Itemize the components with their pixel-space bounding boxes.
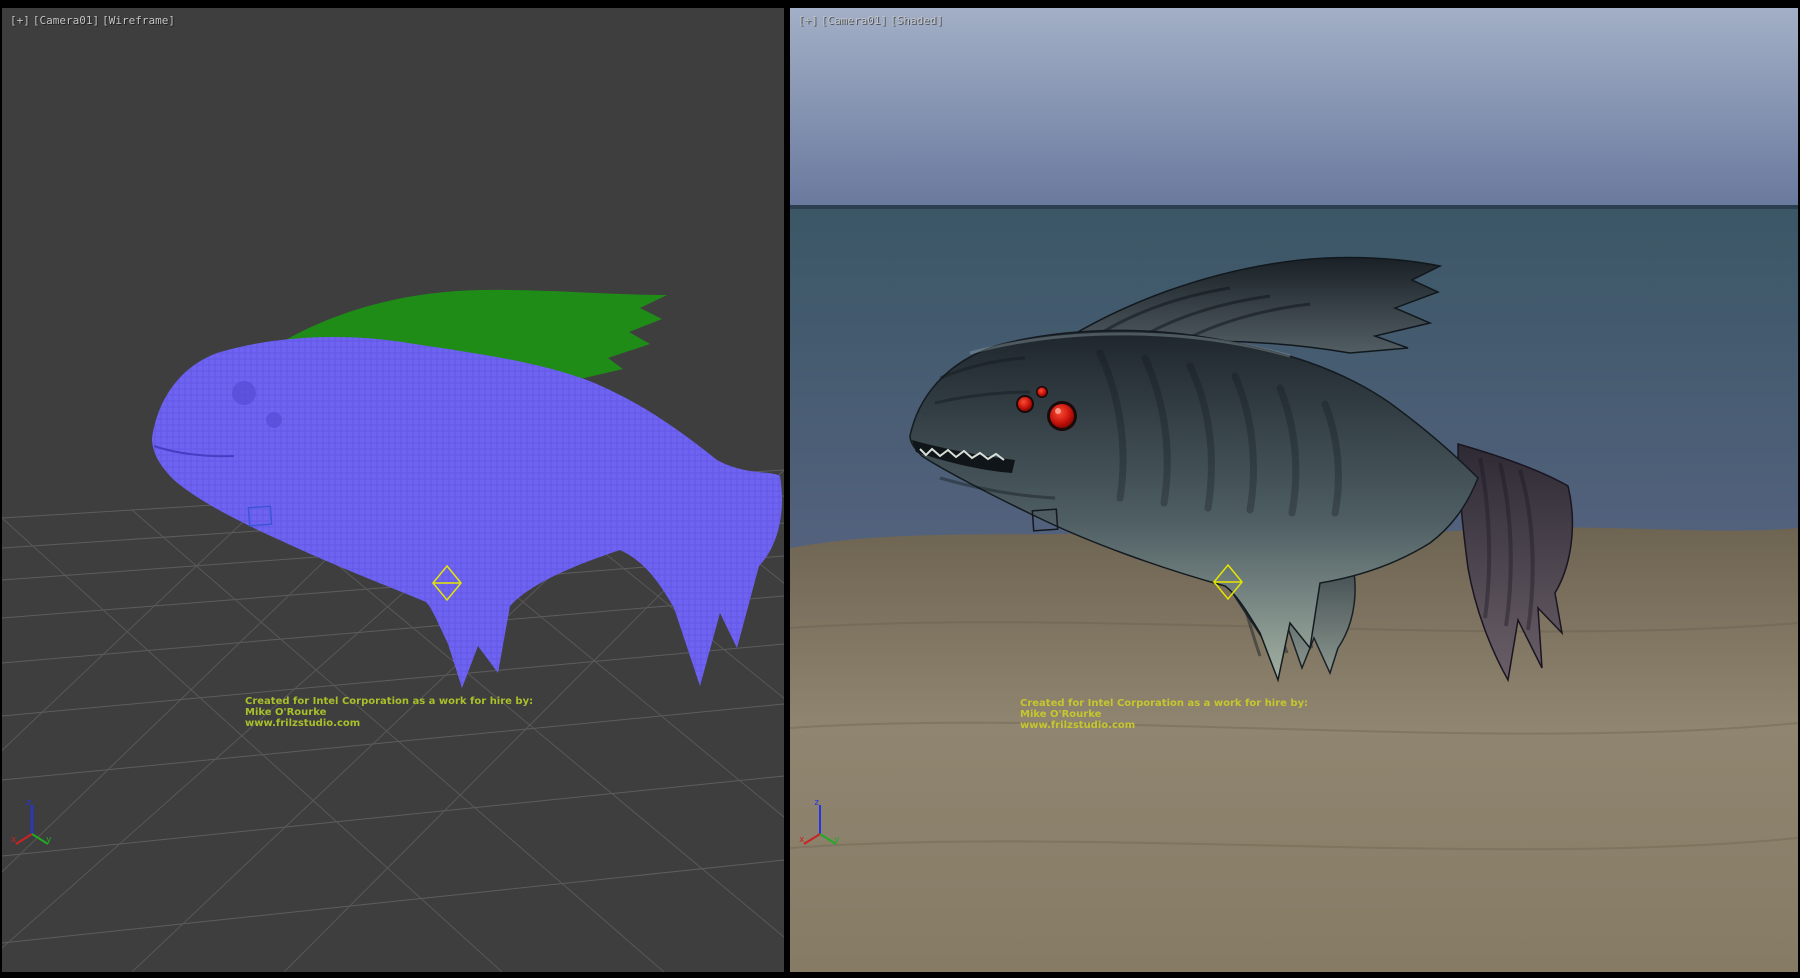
viewport-menus: [+] [Camera01] [Shaded]	[798, 14, 943, 27]
axis-x-label: x	[11, 835, 17, 845]
axis-x-line	[16, 834, 32, 844]
viewport-menu-general[interactable]: [+]	[10, 14, 30, 27]
attribution-line-2: Mike O'Rourke	[1020, 709, 1308, 720]
viewport-menu-general[interactable]: [+]	[798, 14, 818, 27]
shaded-canvas[interactable]	[790, 8, 1798, 972]
viewport-menu-shading[interactable]: [Wireframe]	[102, 14, 175, 27]
scene-attribution: Created for Intel Corporation as a work …	[1020, 698, 1308, 731]
viewport-menu-shading[interactable]: [Shaded]	[890, 14, 943, 27]
viewport-area: [+] [Camera01] [Wireframe] Created for I…	[0, 0, 1800, 978]
axis-z-label: z	[26, 798, 31, 808]
fish-eye-wireframe	[232, 381, 256, 405]
world-axis-tripod: z x y	[798, 796, 842, 848]
viewport-menus: [+] [Camera01] [Wireframe]	[10, 14, 175, 27]
axis-x-label: x	[799, 835, 805, 845]
viewport-menu-pov[interactable]: [Camera01]	[821, 14, 887, 27]
axis-x-line	[804, 834, 820, 844]
viewport-wireframe[interactable]: [+] [Camera01] [Wireframe] Created for I…	[2, 8, 784, 972]
sky-background	[790, 8, 1798, 205]
attribution-line-3: www.frilzstudio.com	[245, 718, 533, 729]
viewport-menu-pov[interactable]: [Camera01]	[33, 14, 99, 27]
viewport-shaded[interactable]: [+] [Camera01] [Shaded] Created for Inte…	[790, 8, 1798, 972]
axis-y-label: y	[46, 835, 52, 845]
wireframe-canvas[interactable]	[2, 8, 784, 972]
axis-z-label: z	[814, 798, 819, 808]
attribution-line-1: Created for Intel Corporation as a work …	[1020, 698, 1308, 709]
attribution-line-2: Mike O'Rourke	[245, 707, 533, 718]
axis-y-label: y	[834, 835, 840, 845]
fish-eye-small-wireframe	[266, 412, 282, 428]
horizon-line	[790, 205, 1798, 209]
attribution-line-1: Created for Intel Corporation as a work …	[245, 696, 533, 707]
world-axis-tripod: z x y	[10, 796, 54, 848]
scene-attribution: Created for Intel Corporation as a work …	[245, 696, 533, 729]
attribution-line-3: www.frilzstudio.com	[1020, 720, 1308, 731]
